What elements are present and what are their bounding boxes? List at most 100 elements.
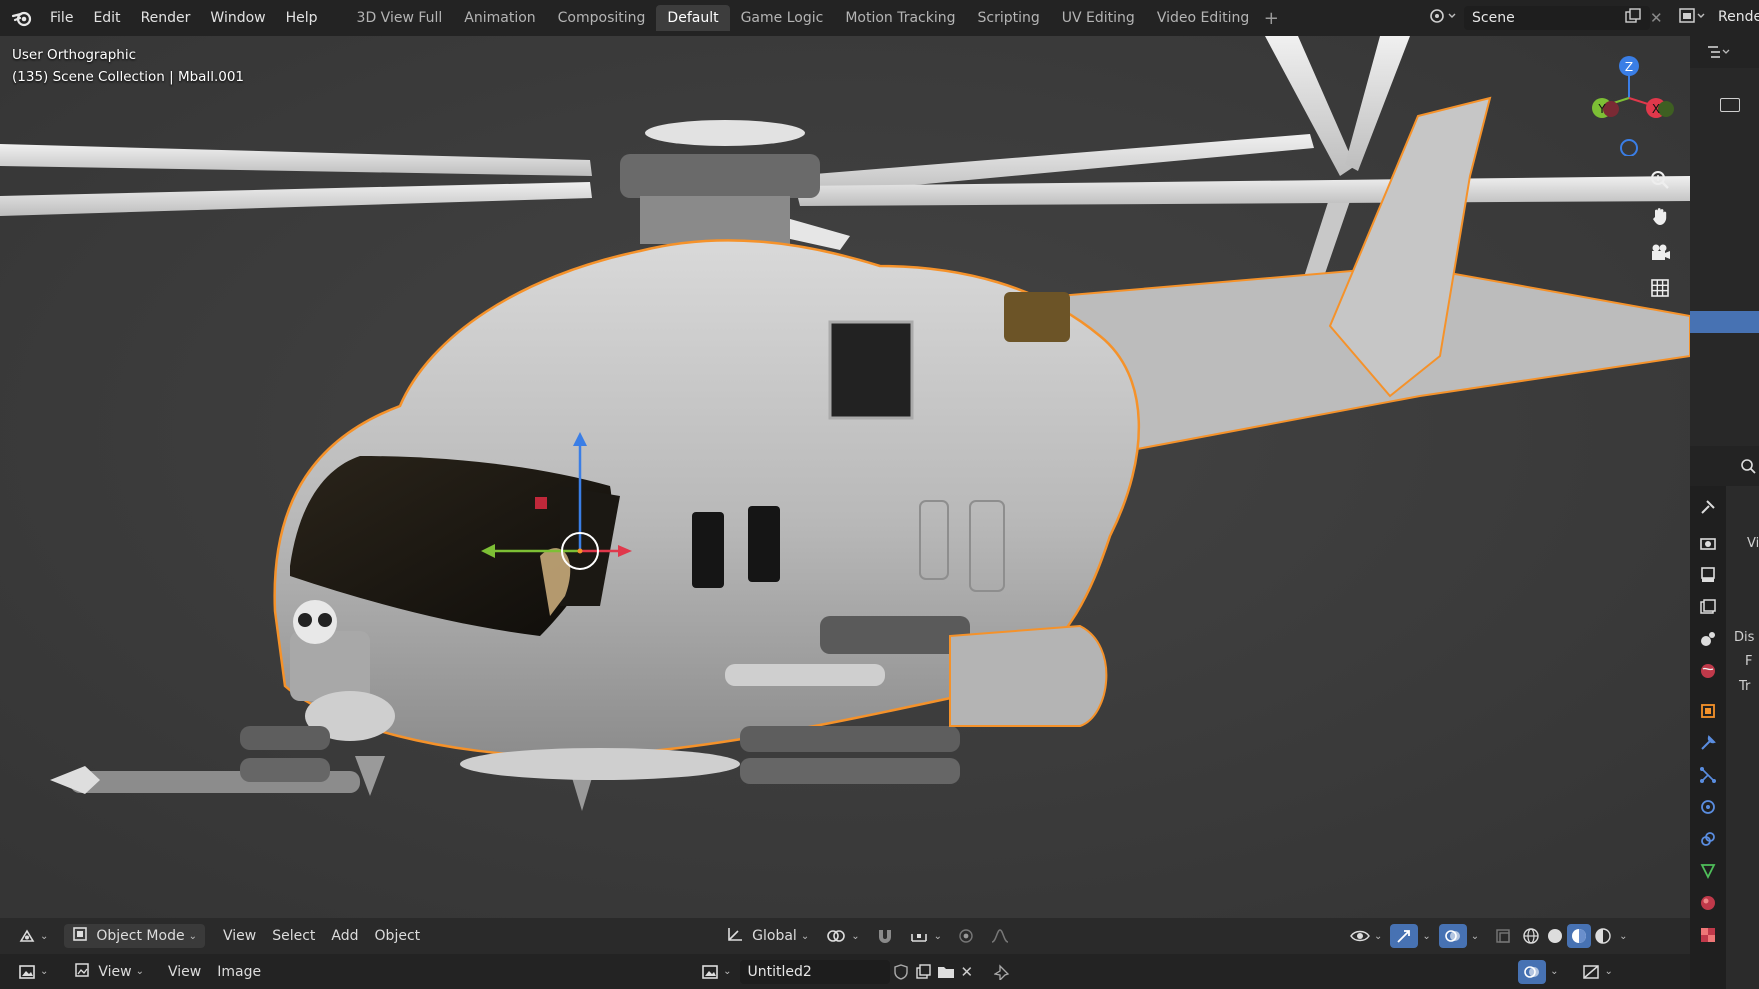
fake-user-shield-icon[interactable]	[890, 960, 912, 984]
properties-search-icon[interactable]	[1740, 458, 1756, 478]
menu-help[interactable]: Help	[276, 10, 328, 26]
mode-dropdown[interactable]: Object Mode ⌄	[64, 924, 205, 948]
duplicate-scene-icon[interactable]	[1624, 7, 1642, 29]
wireframe-shading-icon[interactable]	[1519, 924, 1543, 948]
pivot-point-icon[interactable]: ⌄	[817, 924, 867, 948]
image-editor-header: ⌄ View ⌄ View Image ⌄ Untitled2 ✕ ⌄ ⌄	[0, 954, 1690, 989]
editor-type-icon[interactable]: ⌄	[10, 924, 56, 948]
outliner-display-mode-icon[interactable]	[1706, 44, 1734, 64]
image-menu-view[interactable]: View	[160, 960, 209, 984]
camera-view-icon[interactable]	[1644, 236, 1676, 268]
unlink-image-icon[interactable]: ✕	[958, 960, 977, 984]
overlays-dropdown-icon[interactable]: ⌄	[1471, 931, 1479, 942]
zoom-icon[interactable]	[1644, 164, 1676, 196]
image-menu-image[interactable]: Image	[209, 960, 269, 984]
gizmo-dropdown-icon[interactable]: ⌄	[1422, 931, 1430, 942]
close-scene-icon[interactable]: ✕	[1650, 9, 1663, 27]
constraint-properties-icon[interactable]	[1695, 826, 1721, 852]
prop-partial-dis: Dis	[1734, 630, 1755, 645]
render-properties-icon[interactable]	[1695, 530, 1721, 556]
tab-compositing[interactable]: Compositing	[547, 5, 657, 31]
solid-shading-icon[interactable]	[1543, 924, 1567, 948]
texture-properties-icon[interactable]	[1695, 922, 1721, 948]
prop-partial-vi: Vi	[1747, 536, 1759, 551]
render-layer-label[interactable]: Rende	[1718, 9, 1759, 25]
tool-properties-icon[interactable]	[1695, 494, 1721, 520]
workspace-tabs: 3D View Full Animation Compositing Defau…	[346, 5, 1283, 31]
scene-name-field[interactable]: Scene	[1464, 6, 1650, 30]
pan-hand-icon[interactable]	[1644, 200, 1676, 232]
object-properties-icon[interactable]	[1695, 698, 1721, 724]
scene-selector: Scene ✕	[1428, 6, 1707, 30]
properties-header	[1690, 446, 1759, 486]
image-display-channels-icon[interactable]: ⌄	[1574, 960, 1620, 984]
top-bar: File Edit Render Window Help 3D View Ful…	[0, 0, 1759, 36]
gizmo-toggle-icon[interactable]	[1390, 924, 1419, 948]
tab-3d-view-full[interactable]: 3D View Full	[346, 5, 454, 31]
outliner-header	[1690, 36, 1759, 68]
outliner-selected-row[interactable]	[1690, 311, 1759, 333]
outliner-tree	[1690, 68, 1759, 446]
image-overlays-icon[interactable]	[1518, 959, 1547, 984]
orientation-icon	[726, 926, 744, 946]
menu-select[interactable]: Select	[264, 924, 323, 948]
visibility-eye-icon[interactable]: ⌄	[1342, 924, 1390, 948]
tab-animation[interactable]: Animation	[453, 5, 546, 31]
menu-file[interactable]: File	[40, 10, 83, 26]
output-properties-icon[interactable]	[1695, 562, 1721, 588]
snap-target-icon[interactable]: ⌄	[902, 924, 950, 948]
menu-window[interactable]: Window	[200, 10, 275, 26]
properties-panel[interactable]: Vi Dis F Tr	[1690, 446, 1759, 989]
modifier-properties-icon[interactable]	[1695, 730, 1721, 756]
blender-logo-icon[interactable]	[4, 0, 40, 36]
new-image-icon[interactable]	[912, 960, 934, 984]
transform-orientation-dropdown[interactable]: Global ⌄	[718, 924, 817, 948]
rendered-shading-icon[interactable]	[1591, 924, 1615, 948]
image-view-mode-label: View	[98, 963, 132, 980]
falloff-curve-icon[interactable]	[982, 924, 1022, 948]
world-properties-icon[interactable]	[1695, 658, 1721, 684]
outliner-panel[interactable]	[1690, 36, 1759, 446]
menu-add[interactable]: Add	[323, 924, 366, 948]
perspective-grid-icon[interactable]	[1644, 272, 1676, 304]
proportional-edit-icon[interactable]	[950, 924, 982, 948]
object-mode-icon	[72, 926, 88, 946]
menu-render[interactable]: Render	[131, 10, 201, 26]
mode-label: Object Mode	[96, 928, 185, 944]
gizmo-x-label: X	[1652, 102, 1660, 116]
scene-properties-icon[interactable]	[1695, 626, 1721, 652]
image-editor-type-icon[interactable]: ⌄	[10, 960, 56, 984]
material-shading-icon[interactable]	[1567, 924, 1592, 948]
scene-icon[interactable]	[1428, 6, 1458, 30]
image-name-field[interactable]: Untitled2	[739, 959, 890, 984]
data-properties-icon[interactable]	[1695, 858, 1721, 884]
browse-image-icon[interactable]: ⌄	[693, 960, 739, 984]
pin-icon[interactable]	[986, 960, 1018, 984]
collection-info: (135) Scene Collection | Mball.001	[12, 69, 244, 85]
add-workspace-icon[interactable]: +	[1260, 5, 1282, 31]
tab-game-logic[interactable]: Game Logic	[730, 5, 835, 31]
tab-motion-tracking[interactable]: Motion Tracking	[834, 5, 966, 31]
snap-magnet-icon[interactable]	[868, 924, 902, 948]
menu-view[interactable]: View	[215, 924, 264, 948]
menu-object[interactable]: Object	[367, 924, 429, 948]
material-properties-icon[interactable]	[1695, 890, 1721, 916]
physics-properties-icon[interactable]	[1695, 794, 1721, 820]
navigation-gizmo[interactable]: Z Y X	[1574, 46, 1684, 156]
xray-toggle-icon[interactable]	[1487, 924, 1519, 948]
3d-viewport[interactable]: User Orthographic (135) Scene Collection…	[0, 36, 1690, 954]
main-menu: File Edit Render Window Help	[40, 10, 328, 26]
tab-uv-editing[interactable]: UV Editing	[1051, 5, 1146, 31]
particle-properties-icon[interactable]	[1695, 762, 1721, 788]
image-view-mode-dropdown[interactable]: View ⌄	[66, 960, 152, 984]
overlays-toggle-icon[interactable]	[1438, 924, 1467, 948]
menu-edit[interactable]: Edit	[83, 10, 130, 26]
shading-dropdown-icon[interactable]: ⌄	[1619, 931, 1627, 942]
tab-scripting[interactable]: Scripting	[967, 5, 1051, 31]
image-overlays-dropdown-icon[interactable]: ⌄	[1550, 966, 1558, 977]
open-image-folder-icon[interactable]	[934, 960, 958, 984]
tab-video-editing[interactable]: Video Editing	[1146, 5, 1260, 31]
tab-default[interactable]: Default	[656, 5, 730, 31]
view-layer-icon[interactable]	[1677, 6, 1707, 30]
view-layer-properties-icon[interactable]	[1695, 594, 1721, 620]
